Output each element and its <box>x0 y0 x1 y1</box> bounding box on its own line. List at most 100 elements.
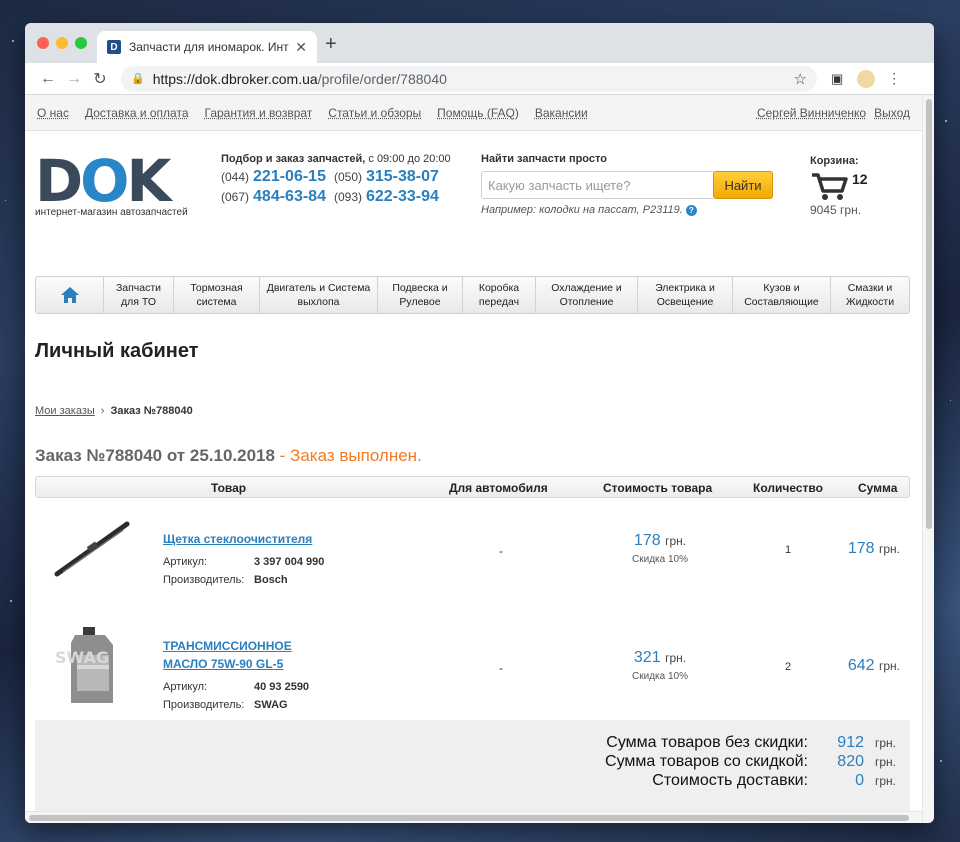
browser-toolbar: ← → ↻ 🔒 https://dok.dbroker.com.ua/profi… <box>25 63 934 95</box>
article-value: 40 93 2590 <box>254 681 310 693</box>
item-price: 321 грн. Скидка 10% <box>605 649 715 682</box>
maker-label: Производитель: <box>163 574 245 586</box>
category-item[interactable]: Подвеска и Рулевое <box>378 277 463 313</box>
category-item[interactable]: Тормозная система <box>174 277 260 313</box>
phone-number[interactable]: 315-38-07 <box>366 168 439 186</box>
nav-link-faq[interactable]: Помощь (FAQ) <box>437 106 519 120</box>
cart-icon[interactable] <box>810 171 850 201</box>
zoom-window-button[interactable] <box>75 37 87 49</box>
category-item[interactable]: Смазки и Жидкости <box>831 277 909 313</box>
new-tab-icon[interactable]: + <box>325 33 337 56</box>
total-label: Стоимость доставки: <box>652 772 808 789</box>
nav-link-about[interactable]: О нас <box>37 106 69 120</box>
col-sum: Сумма <box>858 481 898 495</box>
cart-label: Корзина: <box>810 155 859 167</box>
minimize-window-button[interactable] <box>56 37 68 49</box>
profile-avatar-icon[interactable] <box>857 69 876 88</box>
sum-currency: грн. <box>878 542 900 556</box>
bookmark-star-icon[interactable]: ☆ <box>794 70 807 88</box>
browser-tab[interactable]: D Запчасти для иномарок. Инте ✕ <box>97 31 317 63</box>
browser-menu-icon[interactable]: ⋮ <box>887 70 901 87</box>
vertical-scroll-thumb[interactable] <box>926 99 932 529</box>
phone-number[interactable]: 484-63-84 <box>253 188 326 206</box>
star <box>12 40 14 42</box>
search-label: Найти запчасти просто <box>481 153 607 165</box>
back-arrow-icon[interactable]: ← <box>35 70 61 88</box>
logout-link[interactable]: Выход <box>874 106 910 120</box>
reload-icon[interactable]: ↻ <box>87 69 113 89</box>
discount-label: Скидка 10% <box>632 671 688 682</box>
star <box>10 600 12 602</box>
product-maker: Производитель: Bosch <box>163 574 288 586</box>
product-image-wiper[interactable] <box>53 518 133 580</box>
user-profile-link[interactable]: Сергей Винниченко <box>757 106 866 120</box>
vertical-scrollbar[interactable] <box>922 95 934 823</box>
phones-hours: с 09:00 до 20:00 <box>365 153 451 165</box>
product-name-link[interactable]: Щетка стеклоочистителя <box>163 530 312 548</box>
home-button[interactable] <box>36 277 104 313</box>
url-host: https://dok.dbroker.com.ua <box>152 70 318 87</box>
help-icon[interactable]: ? <box>685 205 697 216</box>
horizontal-scroll-thumb[interactable] <box>29 815 909 821</box>
price-value: 178 <box>633 532 661 549</box>
nav-link-delivery[interactable]: Доставка и оплата <box>85 106 189 120</box>
home-icon <box>60 287 79 303</box>
web-page: О нас Доставка и оплата Гарантия и возвр… <box>25 95 922 823</box>
total-currency: грн. <box>874 774 896 788</box>
maker-value: Bosch <box>254 574 288 586</box>
category-item[interactable]: Запчасти для ТО <box>104 277 174 313</box>
category-item[interactable]: Коробка передач <box>463 277 536 313</box>
cart-block[interactable]: Корзина: 12 9045 грн. <box>810 155 868 217</box>
tab-close-icon[interactable]: ✕ <box>295 39 307 56</box>
address-bar[interactable]: 🔒 https://dok.dbroker.com.ua/profile/ord… <box>121 65 817 92</box>
table-row: SWAG ТРАНСМИССИОННОЕ МАСЛО 75W-90 GL-5 А… <box>35 617 910 737</box>
item-car: - <box>499 544 503 558</box>
logo-tagline: интернет-магазин автозапчастей <box>35 207 188 218</box>
search-button[interactable]: Найти <box>713 171 773 199</box>
order-heading: Заказ №788040 от 25.10.2018 - Заказ выпо… <box>35 446 422 466</box>
price-currency: грн. <box>665 651 687 665</box>
breadcrumb-current: Заказ №788040 <box>110 405 193 417</box>
horizontal-scrollbar[interactable] <box>25 811 922 823</box>
logo-letter: O <box>80 147 129 215</box>
item-sum: 178 грн. <box>848 540 900 558</box>
product-name-link[interactable]: ТРАНСМИССИОННОЕ МАСЛО 75W-90 GL-5 <box>163 637 292 673</box>
total-value: 820 <box>837 753 864 770</box>
category-item[interactable]: Двигатель и Система выхлопа <box>260 277 378 313</box>
phone-code: (044) <box>221 170 250 184</box>
extension-icon[interactable]: ▣ <box>831 71 843 87</box>
item-qty: 1 <box>785 544 792 556</box>
total-row: Сумма товаров без скидки: 912 грн. <box>528 734 896 752</box>
nav-link-articles[interactable]: Статьи и обзоры <box>328 106 421 120</box>
article-label: Артикул: <box>163 556 208 568</box>
star <box>945 120 947 122</box>
close-window-button[interactable] <box>37 37 49 49</box>
nav-link-warranty[interactable]: Гарантия и возврат <box>205 106 313 120</box>
category-item[interactable]: Кузов и Составляющие <box>733 277 831 313</box>
phone-block: Подбор и заказ запчастей, с 09:00 до 20:… <box>221 153 451 206</box>
star <box>950 400 951 401</box>
product-image-oil[interactable]: SWAG <box>53 625 133 705</box>
category-item[interactable]: Охлаждение и Отопление <box>536 277 638 313</box>
breadcrumb-link-orders[interactable]: Мои заказы <box>35 405 95 417</box>
phone-number[interactable]: 622-33-94 <box>366 188 439 206</box>
nav-link-vacancies[interactable]: Вакансии <box>535 106 588 120</box>
user-links: Сергей Винниченко Выход <box>757 106 910 120</box>
product-article: Артикул: 40 93 2590 <box>163 681 309 693</box>
item-qty: 2 <box>785 661 792 673</box>
phone-code: (050) <box>333 170 362 184</box>
category-item[interactable]: Электрика и Освещение <box>638 277 733 313</box>
tab-title: Запчасти для иномарок. Инте <box>129 40 290 54</box>
order-status: - Заказ выполнен. <box>274 446 422 465</box>
price-value: 321 <box>633 649 661 666</box>
window-controls <box>37 37 87 49</box>
forward-arrow-icon[interactable]: → <box>61 70 87 88</box>
total-value: 912 <box>837 734 864 751</box>
search-block: Найти запчасти просто Какую запчасть ище… <box>481 153 773 216</box>
site-logo[interactable]: DOK интернет-магазин автозапчастей <box>35 152 188 218</box>
product-name-line2: МАСЛО 75W-90 GL-5 <box>163 657 284 671</box>
search-input[interactable]: Какую запчасть ищете? <box>481 171 713 199</box>
product-name: Щетка стеклоочистителя <box>163 532 313 546</box>
phone-number[interactable]: 221-06-15 <box>253 168 326 186</box>
site-favicon-icon: D <box>107 40 121 54</box>
